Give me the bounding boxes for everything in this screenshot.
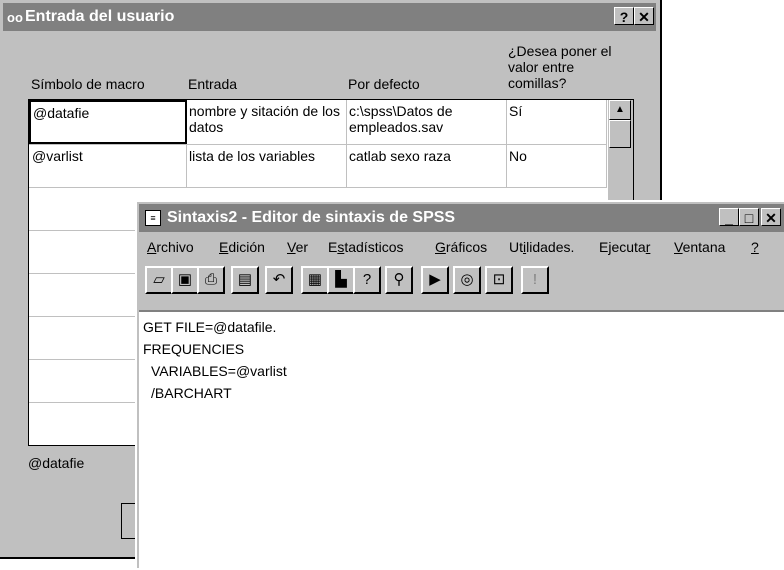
use-sets-icon[interactable]: ◎: [453, 266, 481, 294]
cell-input[interactable]: nombre y sitación de los datos: [187, 100, 347, 144]
undo-icon[interactable]: ↶: [265, 266, 293, 294]
scroll-thumb[interactable]: [609, 120, 631, 148]
run-icon[interactable]: ▶: [421, 266, 449, 294]
syntax-editor-window: ≡ Sintaxis2 - Editor de sintaxis de SPSS…: [135, 200, 784, 570]
variables-icon[interactable]: ?: [353, 266, 381, 294]
menu-utilidades[interactable]: Utilidades.: [509, 239, 574, 255]
menu-archivo[interactable]: Archivo: [147, 239, 194, 255]
maximize-button[interactable]: □: [739, 208, 759, 226]
scroll-up-arrow-icon[interactable]: ▲: [609, 100, 631, 120]
editor-title: Sintaxis2 - Editor de sintaxis de SPSS: [167, 209, 456, 226]
designate-window-icon[interactable]: ⊡: [485, 266, 513, 294]
dialog-title: Entrada del usuario: [25, 8, 175, 25]
cell-symbol[interactable]: @varlist: [29, 145, 187, 187]
code-line: GET FILE=@datafile.: [143, 319, 277, 335]
table-row[interactable]: @datafie nombre y sitación de los datos …: [29, 100, 607, 145]
column-header-quote: ¿Desea poner el valor entre comillas?: [508, 43, 612, 91]
code-line: /BARCHART: [151, 385, 232, 401]
print-icon[interactable]: ⎙: [197, 266, 225, 294]
save-icon[interactable]: ▣: [171, 266, 199, 294]
macro-icon: oo: [7, 10, 23, 25]
menu-edicion[interactable]: Edición: [219, 239, 265, 255]
dialog-recall-icon[interactable]: ▤: [231, 266, 259, 294]
selected-symbol-value: @datafie: [28, 455, 85, 471]
syntax-window-icon: ≡: [145, 210, 161, 226]
open-icon[interactable]: ▱: [145, 266, 173, 294]
code-line: FREQUENCIES: [143, 341, 245, 357]
cell-default[interactable]: c:\spss\Datos de empleados.sav: [347, 100, 507, 144]
cell-symbol[interactable]: @datafie: [29, 100, 187, 144]
syntax-text-area[interactable]: GET FILE=@datafile. FREQUENCIES VARIABLE…: [139, 310, 784, 568]
minimize-button[interactable]: _: [719, 208, 739, 226]
close-button[interactable]: ✕: [761, 208, 781, 226]
help-button[interactable]: ?: [614, 7, 634, 25]
dialog-titlebar: oo Entrada del usuario ? ✕: [3, 3, 656, 31]
menu-ejecutar[interactable]: Ejecutar: [599, 239, 650, 255]
menu-help[interactable]: ?: [751, 239, 759, 255]
table-row[interactable]: @varlist lista de los variables catlab s…: [29, 145, 607, 188]
menu-bar: Archivo Edición Ver Estadísticos Gráfico…: [139, 234, 784, 260]
help-icon[interactable]: !: [521, 266, 549, 294]
toolbar: ▱ ▣ ⎙ ▤ ↶ ▦ ▙ ? ⚲ ▶ ◎ ⊡ !: [139, 264, 784, 300]
cell-default[interactable]: catlab sexo raza: [347, 145, 507, 187]
goto-chart-icon[interactable]: ▙: [327, 266, 355, 294]
column-header-default: Por defecto: [348, 76, 420, 92]
editor-titlebar: ≡ Sintaxis2 - Editor de sintaxis de SPSS…: [139, 204, 784, 232]
menu-ventana[interactable]: Ventana: [674, 239, 725, 255]
goto-data-icon[interactable]: ▦: [301, 266, 329, 294]
cell-quote[interactable]: Sí: [507, 100, 607, 144]
find-icon[interactable]: ⚲: [385, 266, 413, 294]
column-header-input: Entrada: [188, 76, 238, 92]
menu-estadisticos[interactable]: Estadísticos: [328, 239, 403, 255]
close-button[interactable]: ✕: [634, 7, 654, 25]
column-header-symbol: Símbolo de macro: [31, 76, 145, 92]
menu-ver[interactable]: Ver: [287, 239, 308, 255]
menu-graficos[interactable]: Gráficos: [435, 239, 487, 255]
cell-quote[interactable]: No: [507, 145, 607, 187]
cell-input[interactable]: lista de los variables: [187, 145, 347, 187]
code-line: VARIABLES=@varlist: [151, 363, 287, 379]
